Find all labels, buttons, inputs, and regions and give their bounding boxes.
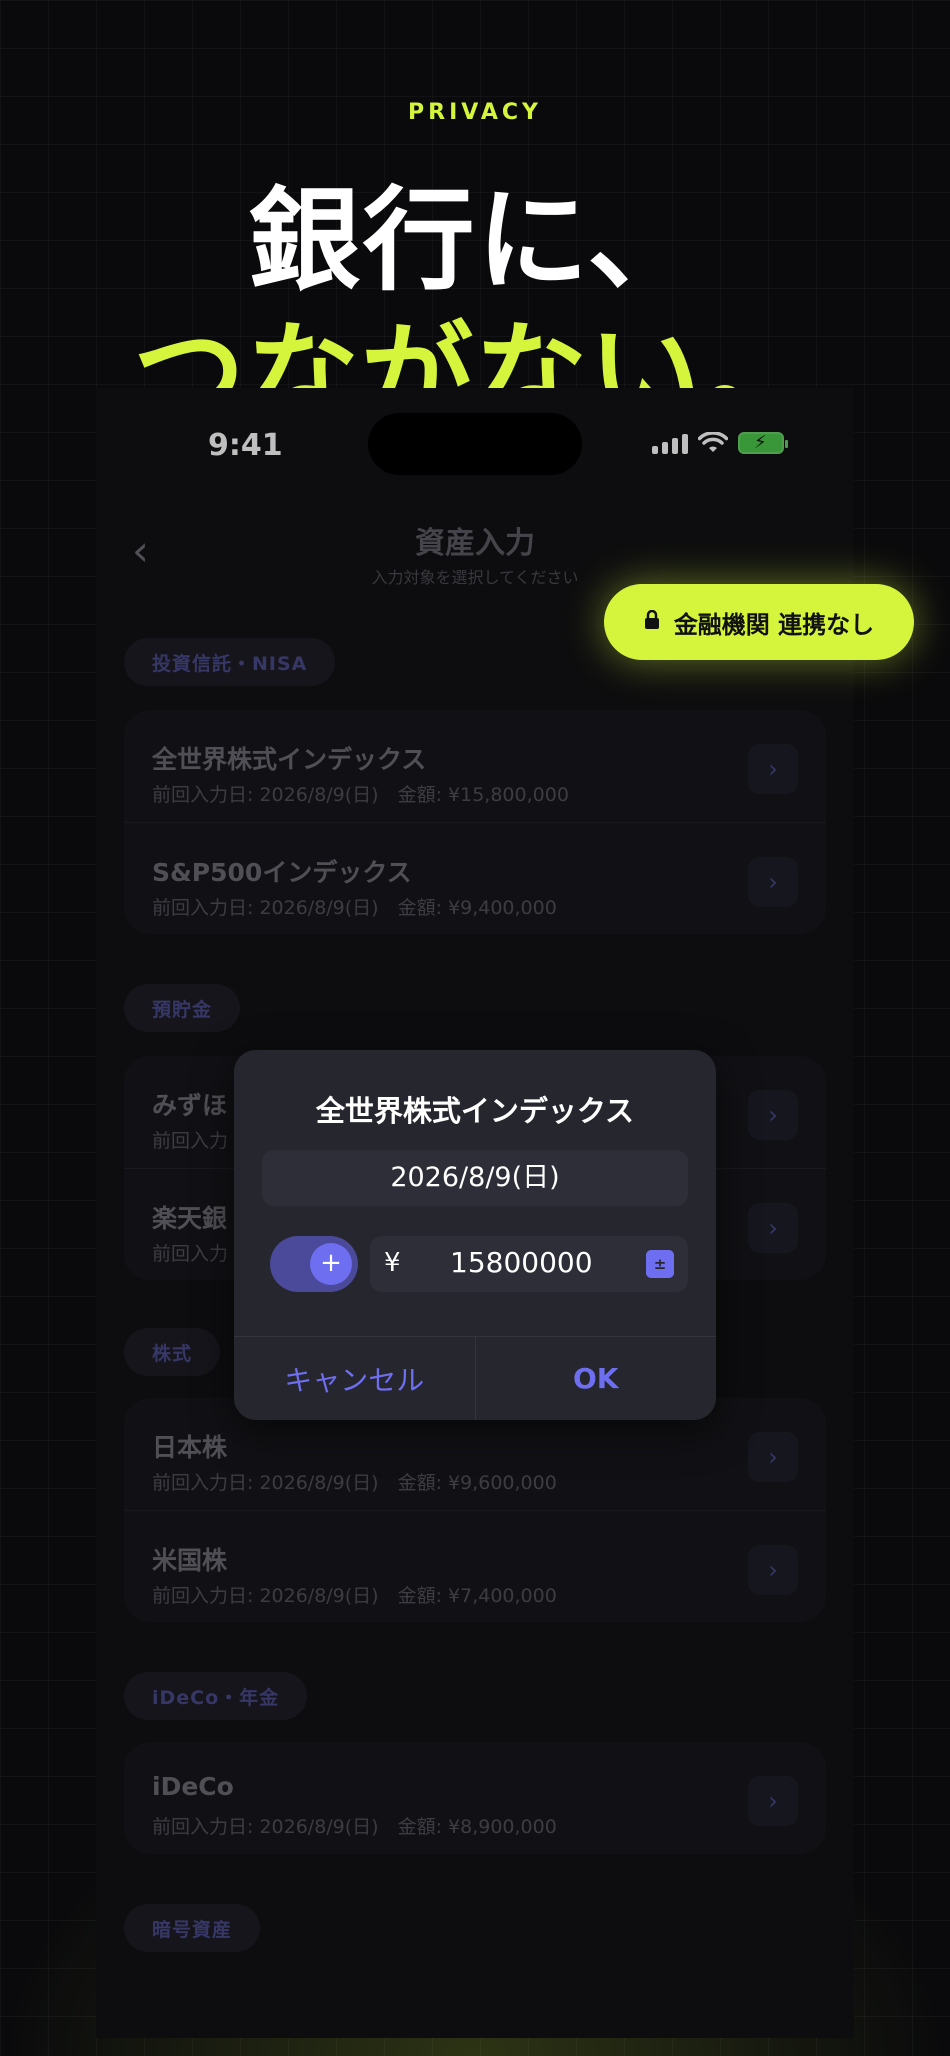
dialog-actions: キャンセル OK [234,1336,716,1420]
dialog-title: 全世界株式インデックス [315,1094,635,1128]
lock-icon [644,609,660,635]
plus-icon: + [310,1243,352,1285]
sign-toggle[interactable]: + [270,1236,358,1292]
no-bank-link-badge: 金融機関 連携なし [604,584,914,660]
badge-label: 金融機関 連携なし [673,610,875,639]
calculator-icon[interactable]: ± [646,1250,674,1278]
date-field[interactable]: 2026/8/9(日) [262,1150,688,1206]
amount-input-dialog: 全世界株式インデックス 2026/8/9(日) + ¥ 15800000 ± キ… [234,1050,716,1420]
hero-eyebrow: PRIVACY [408,100,542,125]
ok-button[interactable]: OK [474,1337,717,1420]
cancel-button[interactable]: キャンセル [234,1337,475,1420]
currency-symbol: ¥ [384,1248,401,1278]
amount-input[interactable]: ¥ 15800000 ± [370,1236,688,1292]
amount-value: 15800000 [450,1246,593,1279]
